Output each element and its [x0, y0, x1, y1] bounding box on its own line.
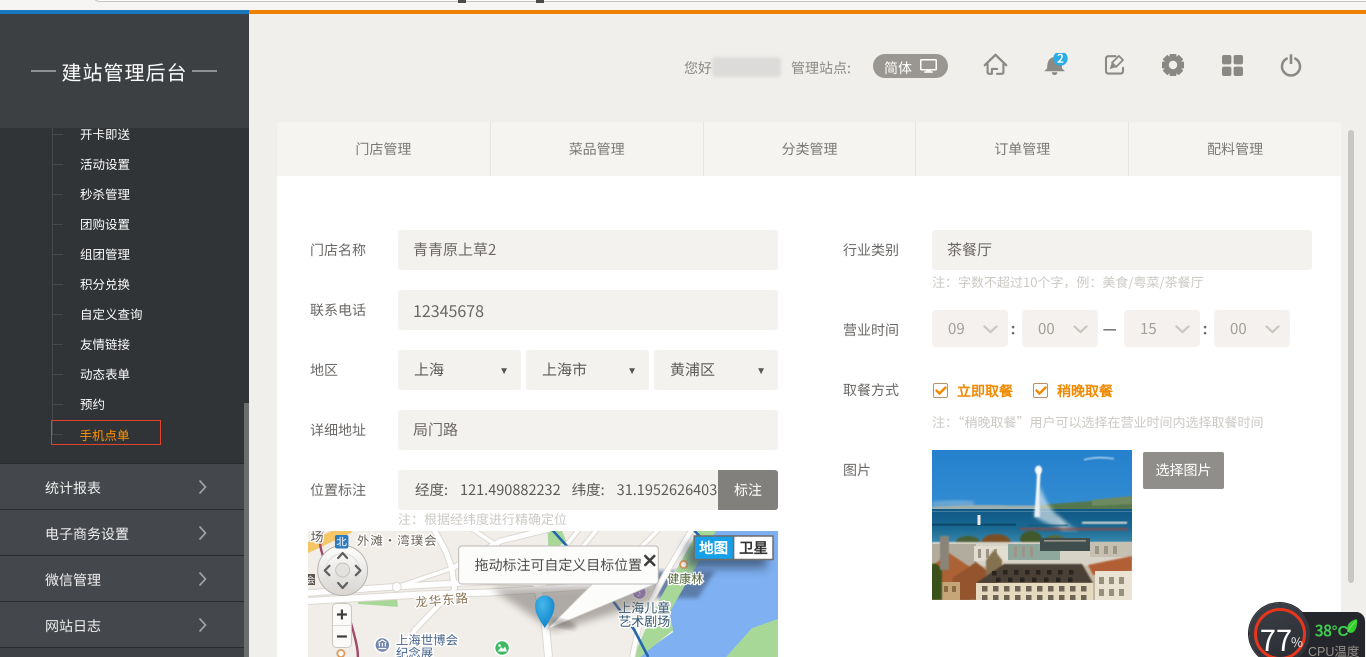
svg-text:会: 会 — [308, 573, 315, 586]
svg-text:外滩·湾璞会: 外滩·湾璞会 — [357, 531, 438, 549]
svg-text:艺术剧场: 艺术剧场 — [618, 611, 670, 630]
svg-text:2: 2 — [1057, 53, 1064, 67]
svg-text:拖动标注可自定义目标位置: 拖动标注可自定义目标位置 — [475, 555, 642, 575]
svg-text:地图: 地图 — [699, 537, 728, 558]
svg-text:健康林: 健康林 — [667, 570, 703, 587]
svg-text:卫星: 卫星 — [739, 537, 768, 558]
svg-text:纪念展: 纪念展 — [396, 643, 433, 657]
svg-text:场: 场 — [310, 531, 323, 546]
svg-text:北: 北 — [336, 534, 347, 549]
